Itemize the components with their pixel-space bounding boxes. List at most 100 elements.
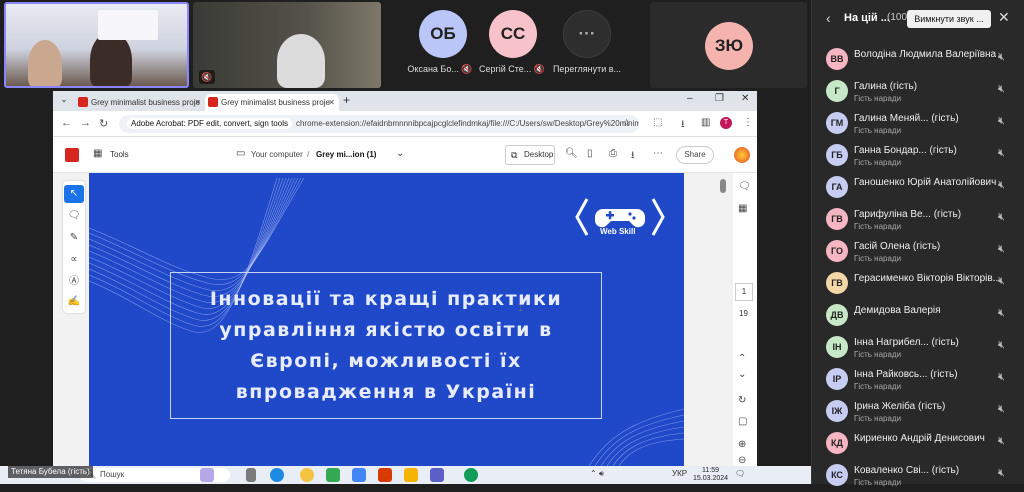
share-button[interactable]: Share bbox=[676, 146, 714, 164]
teams-icon[interactable] bbox=[430, 468, 444, 482]
mic-off-icon[interactable]: 🔇︎ bbox=[998, 147, 1005, 160]
open-desktop-button[interactable]: ⧉ Desktop bbox=[505, 145, 555, 165]
mic-off-icon[interactable]: 🔇︎ bbox=[998, 243, 1005, 256]
more-options-icon[interactable]: ⋯ bbox=[653, 148, 663, 159]
page-number-input[interactable]: 1 bbox=[735, 283, 753, 301]
video-tile-2[interactable]: 🔇 bbox=[193, 2, 381, 88]
clock[interactable]: 11:59 15.03.2024 bbox=[693, 467, 728, 483]
participant-row[interactable]: ГБ Ганна Бондар... (гість) Гість наради 🔇︎ bbox=[812, 140, 1024, 172]
bookmark-star-icon[interactable]: ☆ bbox=[622, 115, 631, 133]
participant-row[interactable]: ГВ Гарифуліна Ве... (гість) Гість наради 🔇︎ bbox=[812, 204, 1024, 236]
store-icon[interactable] bbox=[326, 468, 340, 482]
window-close-icon[interactable]: ✕ bbox=[741, 93, 749, 104]
chat-icon[interactable]: 🗨︎ bbox=[738, 181, 751, 192]
address-input[interactable]: Adobe Acrobat: PDF edit, convert, sign t… bbox=[119, 115, 639, 133]
participant-row[interactable]: Г Галина (гість) Гість наради 🔇︎ bbox=[812, 76, 1024, 108]
file-explorer-icon[interactable] bbox=[404, 468, 418, 482]
side-panel-icon[interactable]: ▥ bbox=[701, 117, 710, 128]
app-icon[interactable] bbox=[464, 468, 478, 482]
minimize-icon[interactable]: – bbox=[687, 93, 693, 104]
mic-off-icon[interactable]: 🔇︎ bbox=[998, 51, 1005, 64]
chrome-icon[interactable] bbox=[300, 468, 314, 482]
avatar-tile[interactable]: ОБ bbox=[413, 10, 473, 58]
zoom-in-icon[interactable]: ⊕ bbox=[738, 439, 746, 450]
vertical-scrollbar[interactable] bbox=[720, 179, 726, 193]
edge-icon[interactable] bbox=[270, 468, 284, 482]
mail-icon[interactable] bbox=[352, 468, 366, 482]
task-view-icon[interactable] bbox=[246, 468, 256, 482]
widgets-flower-icon[interactable] bbox=[200, 468, 214, 482]
mic-off-icon[interactable]: 🔇︎ bbox=[998, 83, 1005, 96]
fit-page-icon[interactable]: ▢ bbox=[738, 416, 747, 427]
forward-arrow-icon[interactable]: → bbox=[80, 117, 91, 129]
language-indicator[interactable]: УКР bbox=[672, 469, 687, 478]
participant-row[interactable]: ІН Інна Нагрибел... (гість) Гість наради 🔇︎ bbox=[812, 332, 1024, 364]
participant-row[interactable]: ГО Гасій Олена (гість) Гість наради 🔇︎ bbox=[812, 236, 1024, 268]
download-icon[interactable]: ⭳ bbox=[681, 117, 685, 134]
participant-row[interactable]: ГМ Галина Меняй... (гість) Гість наради 🔇︎ bbox=[812, 108, 1024, 140]
mic-off-icon[interactable]: 🔇︎ bbox=[998, 211, 1005, 224]
participant-row[interactable]: ГВ Герасименко Вікторія Вікторів... 🔇︎ bbox=[812, 268, 1024, 300]
rotate-icon[interactable]: ↻ bbox=[738, 395, 746, 406]
new-tab-icon[interactable]: + bbox=[343, 93, 350, 107]
browser-tab[interactable]: Grey minimalist business proje ✕ bbox=[75, 94, 205, 111]
location-label[interactable]: Your computer bbox=[251, 150, 303, 159]
view-more-tile[interactable]: ··· bbox=[557, 10, 617, 58]
page-thumbnails-icon[interactable]: ▯ bbox=[587, 148, 593, 159]
draw-loop-icon[interactable]: ∝ bbox=[64, 251, 84, 269]
download-icon[interactable]: ⭳ bbox=[631, 148, 635, 165]
tray-icons[interactable]: ⌃ 🔊︎ bbox=[590, 469, 604, 479]
grid-icon[interactable]: ▦ bbox=[738, 203, 747, 214]
participant-row[interactable]: ГА Ганошенко Юрій Анатолійович 🔇︎ bbox=[812, 172, 1024, 204]
mic-off-icon[interactable]: 🔇︎ bbox=[998, 467, 1005, 480]
page-up-chevron-icon[interactable]: ⌃ bbox=[738, 353, 746, 364]
mic-off-icon[interactable]: 🔇︎ bbox=[998, 307, 1005, 320]
avatar-tile[interactable]: ЗЮ bbox=[650, 2, 807, 88]
acrobat-ai-icon[interactable] bbox=[734, 147, 750, 163]
page-down-chevron-icon[interactable]: ⌄ bbox=[738, 369, 746, 380]
profile-avatar[interactable]: T bbox=[720, 117, 732, 129]
video-tile-1[interactable] bbox=[4, 2, 189, 88]
mic-off-icon[interactable]: 🔇︎ bbox=[998, 403, 1005, 416]
participant-row[interactable]: ДВ Демидова Валерія 🔇︎ bbox=[812, 300, 1024, 332]
tools-grid-icon[interactable]: ▦ bbox=[93, 148, 102, 159]
print-icon[interactable]: ⎙ bbox=[609, 148, 617, 159]
participant-row[interactable]: ІЖ Ірина Желіба (гість) Гість наради 🔇︎ bbox=[812, 396, 1024, 428]
close-tab-icon[interactable]: ✕ bbox=[328, 94, 335, 111]
participant-row[interactable]: ВВ Володіна Людмила Валеріївна 🔇︎ bbox=[812, 44, 1024, 76]
search-icon[interactable]: 🔍︎ bbox=[565, 148, 578, 159]
tools-link[interactable]: Tools bbox=[110, 150, 129, 159]
file-name[interactable]: Grey mi...ion (1) bbox=[316, 150, 376, 159]
zoom-out-icon[interactable]: ⊖ bbox=[738, 455, 746, 466]
reload-icon[interactable]: ↻ bbox=[99, 117, 108, 130]
close-icon[interactable]: ✕ bbox=[998, 9, 1010, 26]
participant-row[interactable]: ІР Інна Райковсь... (гість) Гість наради 🔇︎ bbox=[812, 364, 1024, 396]
mic-off-icon[interactable]: 🔇︎ bbox=[998, 179, 1005, 192]
mic-off-icon[interactable]: 🔇︎ bbox=[998, 435, 1005, 448]
notifications-icon[interactable]: 🗨︎ bbox=[735, 469, 745, 478]
comment-icon[interactable]: 🗨︎ bbox=[64, 207, 84, 225]
mic-off-icon[interactable]: 🔇︎ bbox=[998, 371, 1005, 384]
text-box-icon[interactable]: Ⓐ bbox=[64, 273, 84, 291]
back-arrow-icon[interactable]: ← bbox=[61, 117, 72, 129]
menu-kebab-icon[interactable]: ⋮ bbox=[743, 117, 753, 128]
highlight-pen-icon[interactable]: ✎ bbox=[64, 229, 84, 247]
select-cursor-icon[interactable]: ↖ bbox=[64, 185, 84, 203]
restore-icon[interactable]: ❐ bbox=[715, 93, 724, 104]
mic-off-icon[interactable]: 🔇︎ bbox=[998, 115, 1005, 128]
back-chevron-icon[interactable]: ‹ bbox=[826, 10, 831, 26]
mute-all-button[interactable]: Вимкнути звук ... bbox=[907, 10, 991, 28]
sign-icon[interactable]: ✍ bbox=[64, 293, 84, 311]
office-icon[interactable] bbox=[378, 468, 392, 482]
close-tab-icon[interactable]: ✕ bbox=[194, 94, 201, 111]
tab-search-chevron-icon[interactable]: ⌄ bbox=[57, 94, 71, 108]
extensions-icon[interactable]: ⬚ bbox=[653, 117, 662, 128]
browser-tab-active[interactable]: Grey minimalist business proje ✕ bbox=[205, 94, 339, 111]
acrobat-logo-icon[interactable] bbox=[65, 148, 79, 162]
mic-off-icon[interactable]: 🔇︎ bbox=[998, 339, 1005, 352]
mic-off-icon[interactable]: 🔇︎ bbox=[998, 275, 1005, 288]
participant-row[interactable]: КС Коваленко Сві... (гість) Гість наради 🔇︎ bbox=[812, 460, 1024, 492]
avatar-tile[interactable]: СС bbox=[483, 10, 543, 58]
chevron-down-icon[interactable]: ⌄ bbox=[396, 148, 404, 159]
participant-row[interactable]: КД Кириенко Андрій Денисович 🔇︎ bbox=[812, 428, 1024, 460]
